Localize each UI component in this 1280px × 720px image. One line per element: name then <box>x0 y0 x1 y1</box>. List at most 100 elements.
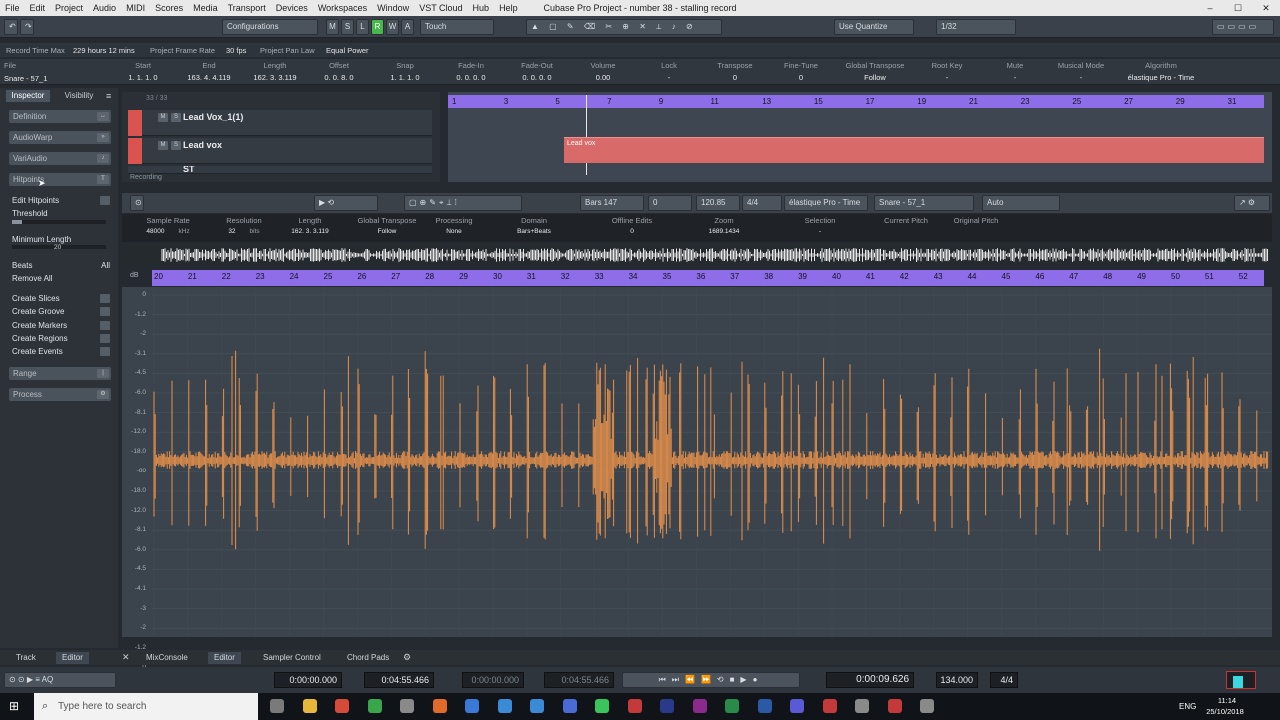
editor-info-value[interactable]: None <box>446 228 462 235</box>
info-column-value[interactable]: Follow <box>842 73 908 82</box>
editor-info-column[interactable]: Offline Edits 0 <box>600 216 664 235</box>
track-row[interactable]: M S Lead Vox_1(1) <box>128 110 432 136</box>
transport-left-buttons[interactable]: ⊙ ⊙ ▶ ≡ AQ <box>4 672 116 688</box>
editor-info-column[interactable]: Length 162. 3. 3.119 <box>278 216 342 235</box>
editor-info-column[interactable]: Sample Rate 48000 kHz <box>136 216 200 235</box>
info-column[interactable]: Musical Mode - <box>1048 61 1114 82</box>
info-column-value[interactable]: - <box>982 73 1048 82</box>
photoshop-icon[interactable] <box>660 699 674 713</box>
discord-icon[interactable] <box>562 699 577 713</box>
record-enable-button[interactable] <box>128 110 142 136</box>
menu-item-devices[interactable]: Devices <box>271 3 313 13</box>
chrome-icon[interactable] <box>335 699 349 713</box>
signature-display[interactable]: 4/4 <box>990 672 1018 688</box>
info-column[interactable]: Snap 1. 1. 1. 0 <box>372 61 438 82</box>
editor-info-column[interactable]: Resolution 32 bits <box>212 216 276 235</box>
minimize-icon[interactable]: – <box>1196 0 1224 16</box>
menu-item-audio[interactable]: Audio <box>88 3 121 13</box>
primary-time-display[interactable]: 0:00:09.626 <box>826 672 914 688</box>
info-column-value[interactable]: 0. 0. 8. 0 <box>306 73 372 82</box>
tempo-field[interactable]: 120.85 <box>696 195 740 211</box>
info-column[interactable]: Algorithm élastique Pro - Time <box>1116 61 1206 82</box>
editor-tool-buttons[interactable]: ▢⊕✎⌖⟂⁞ <box>404 195 522 211</box>
info-column[interactable]: Transpose 0 <box>702 61 768 82</box>
menu-item-media[interactable]: Media <box>188 3 223 13</box>
editor-info-value[interactable]: Follow <box>378 228 397 235</box>
track-row[interactable]: M S Lead vox <box>128 138 432 164</box>
action-create-groove[interactable]: Create Groove <box>12 307 110 317</box>
tab-mixconsole[interactable]: MixConsole <box>140 652 194 664</box>
app-icon[interactable] <box>920 699 934 713</box>
editor-info-value[interactable]: 32 <box>228 228 235 235</box>
app-icon[interactable] <box>400 699 414 713</box>
excel-icon[interactable] <box>725 699 739 713</box>
menu-item-edit[interactable]: Edit <box>25 3 51 13</box>
app-icon[interactable] <box>465 699 479 713</box>
info-column[interactable]: Global Transpose Follow <box>842 61 908 82</box>
section-variaudio[interactable]: VariAudio ♪ <box>9 152 111 165</box>
cubase-icon[interactable] <box>627 699 642 713</box>
menu-item-midi[interactable]: MIDI <box>121 3 150 13</box>
menu-item-file[interactable]: File <box>0 3 25 13</box>
waveform-display[interactable] <box>122 287 1272 637</box>
close-icon[interactable]: ✕ <box>122 652 130 663</box>
transport-controls[interactable]: ⏮⏭⏪⏩⟲■▶● <box>622 672 800 688</box>
taskbar-search-input[interactable]: Type here to search <box>34 693 258 720</box>
info-column[interactable]: End 163. 4. 4.119 <box>176 61 242 82</box>
algorithm-select[interactable]: élastique Pro - Time <box>784 195 868 211</box>
info-column[interactable]: Volume 0.00 <box>570 61 636 82</box>
signature-field[interactable]: 4/4 <box>742 195 782 211</box>
record-enable-button[interactable] <box>128 138 142 164</box>
redo-icon[interactable]: ↷ <box>20 19 34 35</box>
info-column-value[interactable]: - <box>1048 73 1114 82</box>
edit-hitpoints-button[interactable]: Edit Hitpoints <box>12 196 110 205</box>
tab-track[interactable]: Track <box>10 652 42 664</box>
editor-info-column[interactable]: Original Pitch <box>944 216 1008 228</box>
spotify-icon[interactable] <box>595 699 609 713</box>
menu-item-hub[interactable]: Hub <box>468 3 495 13</box>
info-column[interactable]: Fine-Tune 0 <box>768 61 834 82</box>
info-column-value[interactable]: 162. 3. 3.119 <box>242 73 308 82</box>
info-column-value[interactable]: 163. 4. 4.119 <box>176 73 242 82</box>
mode-button-r[interactable]: R <box>371 19 384 35</box>
bars-field[interactable]: Bars 147 <box>580 195 644 211</box>
audio-event[interactable]: Lead vox <box>564 137 1264 163</box>
menu-item-project[interactable]: Project <box>50 3 88 13</box>
tool-buttons[interactable]: ▲ ▢ ✎ ⌫ ✂ ⊕ ✕ ⟂ ♪ ⊘ <box>526 19 722 35</box>
task-view-icon[interactable] <box>270 699 284 713</box>
file-value[interactable]: Snare - 57_1 <box>4 74 47 83</box>
project-cursor[interactable] <box>586 95 587 175</box>
editor-info-column[interactable]: Global Transpose Follow <box>348 216 426 235</box>
info-column[interactable]: Lock - <box>636 61 702 82</box>
app-icon[interactable] <box>855 699 869 713</box>
language-indicator[interactable]: ENG <box>1179 702 1196 711</box>
action-create-slices[interactable]: Create Slices <box>12 294 110 303</box>
info-column[interactable]: Fade-In 0. 0. 0. 0 <box>438 61 504 82</box>
menu-item-help[interactable]: Help <box>494 3 523 13</box>
waveform-overview[interactable] <box>122 245 1272 265</box>
skype-icon[interactable] <box>530 699 544 713</box>
event-select[interactable]: Snare - 57_1 <box>874 195 974 211</box>
premiere-icon[interactable] <box>692 699 707 713</box>
editor-info-value[interactable]: 0 <box>630 228 634 235</box>
menu-item-workspaces[interactable]: Workspaces <box>313 3 372 13</box>
automation-touch-select[interactable]: Touch <box>420 19 494 35</box>
app-icon[interactable] <box>887 699 902 713</box>
editor-info-value[interactable]: 1689.1434 <box>709 228 740 235</box>
app-icon[interactable] <box>432 699 447 713</box>
info-column-value[interactable]: élastique Pro - Time <box>1116 73 1206 82</box>
info-column-value[interactable]: 1. 1. 1. 0 <box>372 73 438 82</box>
editor-info-value[interactable]: Bars+Beats <box>517 228 551 235</box>
editor-info-column[interactable]: Domain Bars+Beats <box>502 216 566 235</box>
maximize-icon[interactable]: ☐ <box>1224 0 1252 16</box>
editor-info-column[interactable]: Processing None <box>422 216 486 235</box>
solo-button[interactable]: S <box>171 141 181 150</box>
playback-buttons[interactable]: ▶ ⟲ <box>314 195 378 211</box>
action-create-events[interactable]: Create Events <box>12 347 110 357</box>
mode-button-w[interactable]: W <box>386 19 399 35</box>
mode-button-s[interactable]: S <box>341 19 354 35</box>
app-icon[interactable] <box>822 699 837 713</box>
editor-info-value[interactable]: 162. 3. 3.119 <box>291 228 328 235</box>
menu-item-transport[interactable]: Transport <box>223 3 271 13</box>
info-column[interactable]: Fade-Out 0. 0. 0. 0 <box>504 61 570 82</box>
